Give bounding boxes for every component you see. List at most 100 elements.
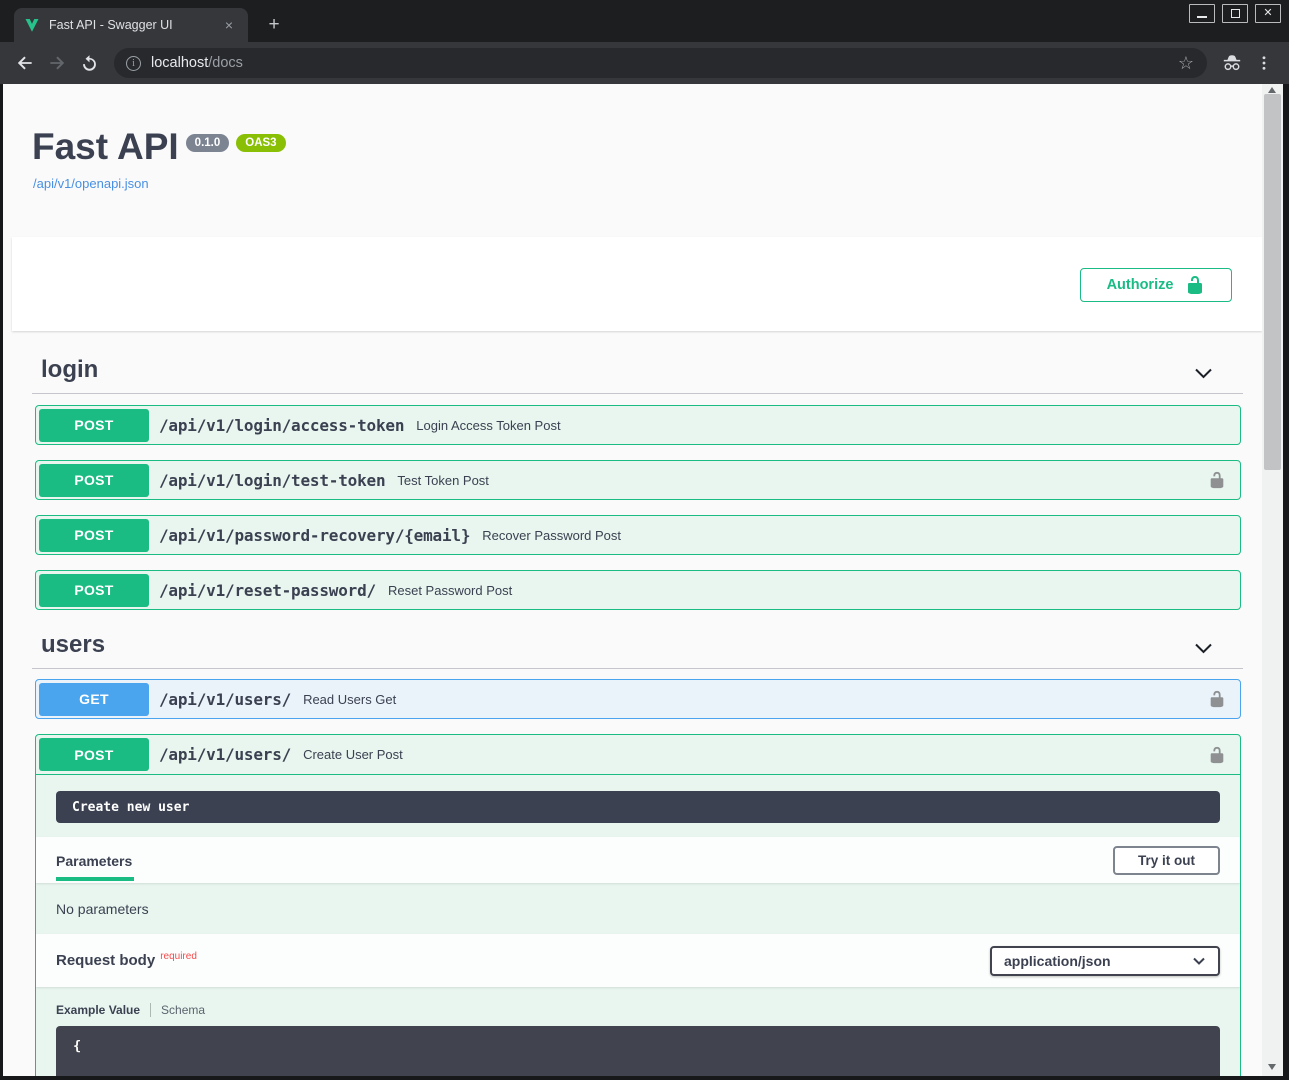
content-type-value: application/json	[1004, 953, 1111, 969]
section-header-users[interactable]: users	[41, 631, 105, 659]
swagger-content: Fast API 0.1.0 OAS3 /api/v1/openapi.json…	[3, 84, 1262, 1076]
chevron-down-icon	[1193, 366, 1214, 382]
reload-button[interactable]	[74, 48, 104, 78]
back-arrow-icon	[15, 53, 35, 73]
reload-icon	[80, 54, 99, 73]
tab-separator	[150, 1003, 151, 1017]
incognito-indicator	[1217, 48, 1247, 78]
tab-example-value[interactable]: Example Value	[56, 1003, 140, 1017]
endpoint-summary: Login Access Token Post	[416, 418, 560, 433]
section-collapse-login[interactable]	[1193, 366, 1214, 382]
endpoint-path: /api/v1/users/	[159, 745, 291, 764]
auth-lock-button[interactable]	[1208, 471, 1226, 489]
new-tab-button[interactable]: +	[262, 13, 286, 37]
bookmark-star-icon[interactable]: ☆	[1171, 48, 1201, 78]
scheme-container: Authorize	[12, 237, 1262, 331]
openapi-spec-link[interactable]: /api/v1/openapi.json	[33, 176, 149, 191]
scrollbar-up-arrow[interactable]	[1268, 87, 1276, 93]
endpoint-summary: Reset Password Post	[388, 583, 512, 598]
try-it-out-button[interactable]: Try it out	[1113, 846, 1220, 875]
scrollbar-thumb[interactable]	[1264, 94, 1281, 470]
tab-title: Fast API - Swagger UI	[49, 18, 211, 32]
request-body-header: Request body required application/json	[36, 934, 1240, 987]
endpoint-row-password-recovery[interactable]: POST /api/v1/password-recovery/{email} R…	[35, 515, 1241, 555]
site-info-icon[interactable]: i	[126, 56, 141, 71]
endpoint-row-create-user[interactable]: POST /api/v1/users/ Create User Post	[36, 735, 1240, 775]
window-controls: ✕	[1189, 4, 1281, 23]
method-badge: POST	[39, 409, 149, 442]
scrollbar-down-arrow[interactable]	[1268, 1064, 1276, 1070]
api-info: Fast API 0.1.0 OAS3	[32, 128, 286, 167]
version-badge: 0.1.0	[186, 134, 230, 152]
chevron-down-icon	[1193, 641, 1214, 657]
page-title: Fast API	[32, 128, 179, 167]
method-badge: GET	[39, 683, 149, 716]
browser-tab-bar: Fast API - Swagger UI × + ✕	[0, 0, 1289, 42]
endpoint-summary: Test Token Post	[397, 473, 489, 488]
url-path: /docs	[208, 55, 243, 71]
browser-toolbar: i localhost/docs ☆	[0, 42, 1289, 84]
unlocked-padlock-icon	[1208, 690, 1226, 708]
forward-arrow-icon	[47, 53, 67, 73]
incognito-icon	[1221, 53, 1243, 73]
endpoint-row-test-token[interactable]: POST /api/v1/login/test-token Test Token…	[35, 460, 1241, 500]
request-body-label: Request body	[56, 952, 155, 969]
model-example-tabs: Example Value Schema	[36, 987, 1240, 1026]
unlocked-padlock-icon	[1208, 746, 1226, 764]
section-header-login[interactable]: login	[41, 356, 98, 384]
endpoint-summary: Create User Post	[303, 747, 403, 762]
tab-schema[interactable]: Schema	[161, 1003, 205, 1017]
required-badge: required	[160, 951, 197, 962]
method-badge: POST	[39, 738, 149, 771]
endpoint-row-read-users[interactable]: GET /api/v1/users/ Read Users Get	[35, 679, 1241, 719]
authorize-button[interactable]: Authorize	[1080, 268, 1232, 302]
method-badge: POST	[39, 519, 149, 552]
maximize-button[interactable]	[1222, 4, 1248, 23]
parameters-header: Parameters Try it out	[36, 837, 1240, 883]
swagger-page: Fast API 0.1.0 OAS3 /api/v1/openapi.json…	[3, 84, 1283, 1076]
forward-button[interactable]	[42, 48, 72, 78]
back-button[interactable]	[10, 48, 40, 78]
endpoint-path: /api/v1/password-recovery/{email}	[159, 526, 470, 545]
url-bar[interactable]: i localhost/docs ☆	[114, 48, 1207, 78]
endpoint-row-reset-password[interactable]: POST /api/v1/reset-password/ Reset Passw…	[35, 570, 1241, 610]
page-scrollbar[interactable]	[1262, 84, 1283, 1076]
chevron-down-icon	[1192, 956, 1206, 966]
content-type-select[interactable]: application/json	[990, 946, 1220, 976]
url-text: localhost/docs	[151, 55, 1161, 71]
parameters-tab: Parameters	[56, 840, 132, 881]
endpoint-path: /api/v1/login/access-token	[159, 416, 404, 435]
favicon-fastapi-icon	[24, 17, 40, 33]
no-parameters-text: No parameters	[36, 883, 1240, 934]
endpoint-path: /api/v1/reset-password/	[159, 581, 376, 600]
example-code-block: {	[56, 1026, 1220, 1076]
three-dot-menu-icon	[1255, 54, 1273, 72]
endpoint-expanded-create-user: POST /api/v1/users/ Create User Post Cre…	[35, 734, 1241, 1076]
endpoint-path: /api/v1/login/test-token	[159, 471, 385, 490]
url-host: localhost	[151, 55, 208, 71]
unlocked-padlock-icon	[1208, 471, 1226, 489]
endpoint-summary: Recover Password Post	[482, 528, 621, 543]
authorize-label: Authorize	[1107, 277, 1174, 293]
endpoint-summary: Read Users Get	[303, 692, 396, 707]
browser-tab[interactable]: Fast API - Swagger UI ×	[14, 8, 248, 42]
close-icon: ✕	[1263, 8, 1272, 19]
auth-lock-button[interactable]	[1208, 690, 1226, 708]
endpoint-row-access-token[interactable]: POST /api/v1/login/access-token Login Ac…	[35, 405, 1241, 445]
auth-lock-button[interactable]	[1208, 746, 1226, 764]
endpoint-path: /api/v1/users/	[159, 690, 291, 709]
section-divider	[32, 393, 1243, 394]
section-collapse-users[interactable]	[1193, 641, 1214, 657]
operation-description: Create new user	[56, 791, 1220, 823]
browser-menu-button[interactable]	[1249, 48, 1279, 78]
minimize-icon	[1197, 16, 1207, 18]
maximize-icon	[1231, 9, 1240, 18]
close-button[interactable]: ✕	[1255, 4, 1281, 23]
oas3-badge: OAS3	[236, 134, 285, 152]
method-badge: POST	[39, 464, 149, 497]
tab-close-icon[interactable]: ×	[220, 16, 238, 34]
minimize-button[interactable]	[1189, 4, 1215, 23]
section-divider	[32, 668, 1243, 669]
method-badge: POST	[39, 574, 149, 607]
unlocked-padlock-icon	[1185, 275, 1205, 295]
